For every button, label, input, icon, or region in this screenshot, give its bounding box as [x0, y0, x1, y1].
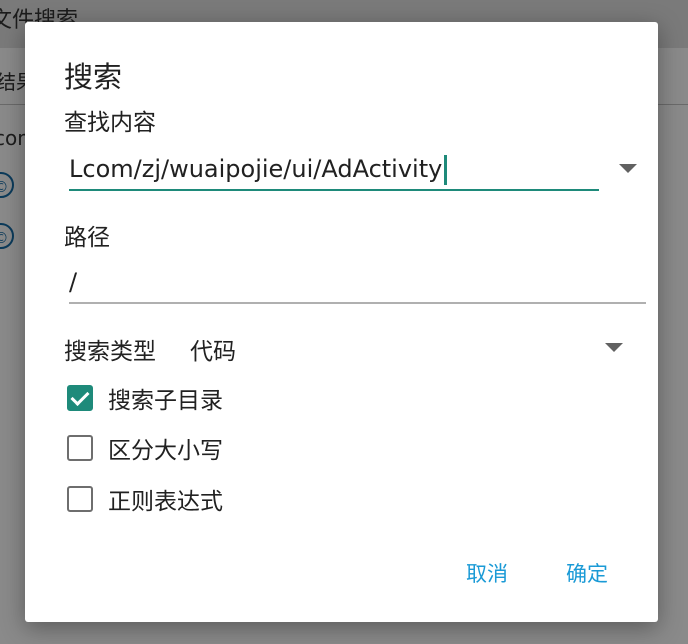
regex-checkbox[interactable] [67, 486, 93, 512]
regex-label: 正则表达式 [108, 489, 223, 515]
dialog-title: 搜索 [64, 60, 123, 94]
text-cursor [444, 155, 448, 185]
search-subdirectories-label: 搜索子目录 [108, 388, 223, 414]
ok-button[interactable]: 确定 [566, 558, 608, 588]
copyright-icon: © [0, 223, 14, 249]
search-type-value: 代码 [190, 339, 236, 365]
find-content-label: 查找内容 [64, 110, 156, 136]
case-sensitive-checkbox[interactable] [67, 435, 93, 461]
option-regex[interactable]: 正则表达式 [67, 483, 223, 515]
find-history-dropdown-icon[interactable] [619, 164, 637, 173]
copyright-icon: © [0, 172, 14, 198]
search-type-dropdown-icon[interactable] [605, 343, 623, 352]
search-type-label: 搜索类型 [64, 339, 156, 365]
option-case-sensitive[interactable]: 区分大小写 [67, 432, 223, 464]
find-content-input[interactable]: Lcom/zj/wuaipojie/ui/AdActivity [69, 149, 599, 191]
cancel-button[interactable]: 取消 [466, 558, 508, 588]
case-sensitive-label: 区分大小写 [108, 438, 223, 464]
path-value: / [69, 268, 78, 296]
path-label: 路径 [64, 225, 110, 251]
search-dialog: 搜索 查找内容 Lcom/zj/wuaipojie/ui/AdActivity … [25, 22, 658, 622]
option-search-subdirectories[interactable]: 搜索子目录 [67, 382, 223, 414]
path-input[interactable]: / [69, 262, 646, 304]
search-subdirectories-checkbox[interactable] [67, 385, 93, 411]
find-content-value: Lcom/zj/wuaipojie/ui/AdActivity [69, 155, 443, 183]
